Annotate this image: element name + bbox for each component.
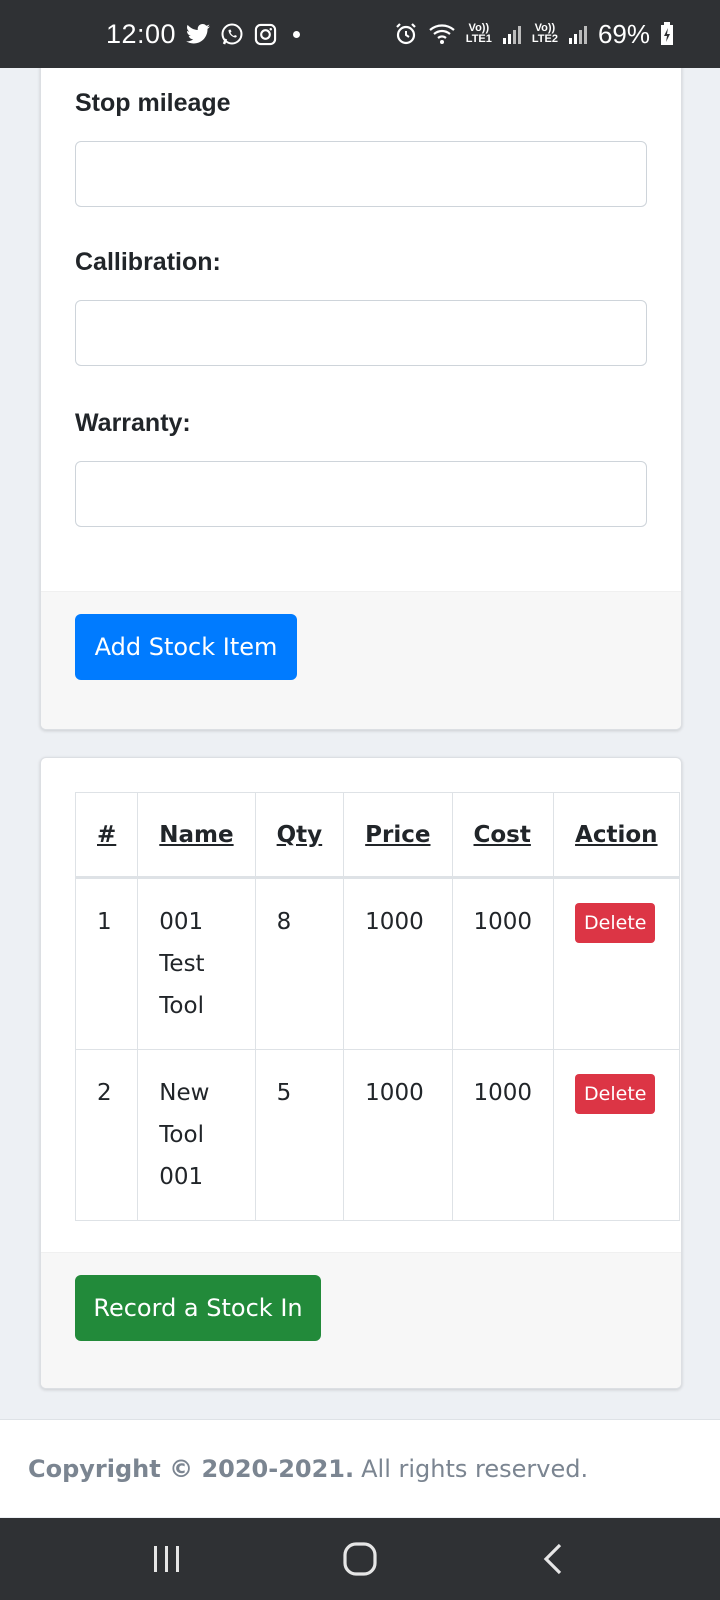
status-bar-left: 12:00 xyxy=(106,18,301,50)
sim2-label: Vo)) LTE2 xyxy=(531,22,558,45)
cell-qty: 8 xyxy=(254,877,345,1050)
recent-apps-icon[interactable] xyxy=(127,1529,207,1589)
cell-name-line: Test xyxy=(159,951,205,977)
back-icon[interactable] xyxy=(513,1529,593,1589)
cell-name-line: 001 xyxy=(159,1164,204,1190)
battery-percent: 69% xyxy=(597,18,650,49)
sim1-label: Vo)) LTE1 xyxy=(465,22,492,45)
cell-price: 1000 xyxy=(343,877,453,1050)
callibration-input[interactable] xyxy=(75,300,647,366)
warranty-input[interactable] xyxy=(75,461,647,527)
notification-dot-icon xyxy=(293,30,301,38)
callibration-label: Callibration: xyxy=(75,248,221,276)
instagram-icon xyxy=(254,23,277,46)
stock-items-table: # Name Qty Price Cost Action 1 001 Test … xyxy=(74,792,680,1221)
cell-cost: 1000 xyxy=(451,877,555,1050)
status-time: 12:00 xyxy=(106,18,177,49)
stop-mileage-group: Stop mileage xyxy=(75,89,647,207)
table-card-footer: Record a Stock In xyxy=(41,1252,681,1388)
column-header-name[interactable]: Name xyxy=(137,792,256,879)
stock-items-table-card: # Name Qty Price Cost Action 1 001 Test … xyxy=(40,757,682,1389)
stop-mileage-label: Stop mileage xyxy=(75,89,231,117)
record-stock-in-button[interactable]: Record a Stock In xyxy=(75,1275,321,1341)
stop-mileage-input[interactable] xyxy=(75,141,647,207)
home-icon[interactable] xyxy=(320,1529,400,1589)
whatsapp-icon xyxy=(220,22,244,46)
rights-text: All rights reserved. xyxy=(361,1454,589,1483)
column-header-price[interactable]: Price xyxy=(343,792,453,879)
delete-button[interactable]: Delete xyxy=(575,903,656,943)
warranty-label: Warranty: xyxy=(75,409,191,437)
warranty-group: Warranty: xyxy=(75,409,647,527)
signal-icon xyxy=(502,24,522,44)
form-card-footer: Add Stock Item xyxy=(41,591,681,729)
cell-action: Delete xyxy=(553,877,680,1050)
table-row: 1 001 Test Tool 8 1000 1000 Delete xyxy=(74,877,680,1050)
signal-icon xyxy=(568,24,588,44)
wifi-icon xyxy=(428,23,456,45)
battery-icon xyxy=(660,22,674,46)
cell-price: 1000 xyxy=(343,1049,453,1221)
cell-name-line: 001 xyxy=(159,909,204,935)
column-header-qty[interactable]: Qty xyxy=(254,792,345,879)
table-header-row: # Name Qty Price Cost Action xyxy=(74,792,680,879)
cell-action: Delete xyxy=(553,1049,680,1221)
cell-number: 2 xyxy=(74,1049,139,1221)
cell-name-line: Tool xyxy=(159,993,204,1019)
column-header-action[interactable]: Action xyxy=(553,792,680,879)
status-bar: 12:00 Vo)) LTE1 Vo)) LTE2 69% xyxy=(0,0,720,68)
status-bar-right: Vo)) LTE1 Vo)) LTE2 69% xyxy=(394,19,674,50)
navigation-bar xyxy=(0,1518,720,1600)
column-header-cost[interactable]: Cost xyxy=(451,792,555,879)
alarm-icon xyxy=(394,22,418,46)
table-row: 2 New Tool 001 5 1000 1000 Delete xyxy=(74,1049,680,1221)
site-footer: Copyright © 2020-2021. All rights reserv… xyxy=(0,1419,720,1517)
add-stock-item-button[interactable]: Add Stock Item xyxy=(75,614,297,680)
twitter-icon xyxy=(186,23,211,45)
cell-qty: 5 xyxy=(254,1049,345,1221)
copyright-text: Copyright © 2020-2021. xyxy=(28,1454,355,1483)
callibration-group: Callibration: xyxy=(75,248,647,366)
cell-name-line: New xyxy=(159,1080,210,1106)
cell-number: 1 xyxy=(74,877,139,1050)
cell-name-line: Tool xyxy=(159,1122,204,1148)
cell-name: New Tool 001 xyxy=(137,1049,256,1221)
stock-item-form-card: Stop mileage Callibration: Warranty: Add… xyxy=(40,50,682,730)
column-header-number[interactable]: # xyxy=(74,792,139,879)
cell-name: 001 Test Tool xyxy=(137,877,256,1050)
cell-cost: 1000 xyxy=(451,1049,555,1221)
delete-button[interactable]: Delete xyxy=(575,1074,656,1114)
